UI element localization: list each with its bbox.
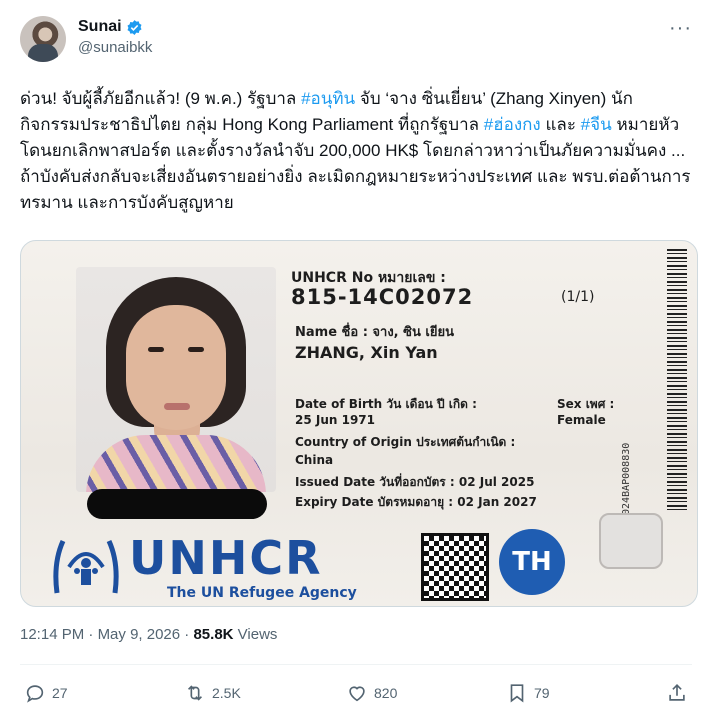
meta-separator: · xyxy=(180,626,194,643)
card-issued-date: Issued Date วันที่ออกบัตร : 02 Jul 2025 xyxy=(295,475,535,489)
author-handle[interactable]: @sunaibkk xyxy=(78,39,152,56)
reply-icon xyxy=(26,685,44,703)
card-country-label: Country of Origin ประเทศต้นกำเนิด : xyxy=(295,435,516,449)
tweet-text-segment: และ xyxy=(540,115,581,134)
hashtag-link[interactable]: #จีน xyxy=(581,115,612,134)
repost-count: 2.5K xyxy=(212,685,241,701)
card-serial: 2024BAP008830 xyxy=(621,442,632,521)
verified-badge-icon xyxy=(127,19,142,35)
action-bar: 27 2.5K 820 79 xyxy=(20,682,692,708)
author-block: Sunai @sunaibkk xyxy=(78,18,152,56)
heart-icon xyxy=(349,686,365,702)
card-dob: 25 Jun 1971 xyxy=(295,413,376,427)
country-badge: TH xyxy=(499,529,565,595)
hologram-seal xyxy=(599,513,663,569)
bookmark-icon xyxy=(510,684,524,703)
card-sex: Female xyxy=(557,413,606,427)
divider xyxy=(20,664,692,665)
photo-face xyxy=(126,305,226,430)
card-barcode xyxy=(667,249,687,511)
author-avatar[interactable] xyxy=(20,16,66,62)
meta-separator: · xyxy=(84,626,98,643)
reply-count: 27 xyxy=(52,685,68,701)
tweet-meta: 12:14 PM · May 9, 2026 · 85.8K Views xyxy=(20,626,277,643)
bookmark-button[interactable]: 79 xyxy=(506,682,550,704)
tweet-text: ด่วน! จับผู้ลี้ภัยอีกแล้ว! (9 พ.ค.) รัฐบ… xyxy=(20,86,692,216)
card-dob-label: Date of Birth วัน เดือน ปี เกิด : xyxy=(295,397,477,411)
more-options-icon[interactable]: ··· xyxy=(669,18,692,38)
qr-code xyxy=(421,533,489,601)
card-sex-label: Sex เพศ : xyxy=(557,397,615,411)
like-count: 820 xyxy=(374,685,398,701)
author-display-name[interactable]: Sunai xyxy=(78,18,122,36)
photo-clothing xyxy=(86,435,266,492)
author-name-row: Sunai xyxy=(78,18,152,36)
card-page-number: (1/1) xyxy=(561,289,595,305)
like-button[interactable]: 820 xyxy=(346,682,397,704)
photo-lips xyxy=(164,403,190,410)
views-count: 85.8K xyxy=(193,626,234,643)
reply-button[interactable]: 27 xyxy=(24,682,68,704)
share-icon xyxy=(669,684,685,701)
photo-eye-left xyxy=(148,347,164,352)
bookmark-count: 79 xyxy=(534,685,550,701)
views-label: Views xyxy=(233,626,278,643)
avatar-shirt xyxy=(28,44,58,62)
card-expiry-date: Expiry Date บัตรหมดอายุ : 02 Jan 2027 xyxy=(295,495,537,509)
repost-button[interactable]: 2.5K xyxy=(184,682,241,704)
id-card-photo xyxy=(76,267,276,492)
tweet-media-image[interactable]: UNHCR No หมายเลข : 815-14C02072 (1/1) Na… xyxy=(20,240,698,607)
photo-eye-right xyxy=(188,347,204,352)
hashtag-link[interactable]: #อนุทิน xyxy=(301,89,355,108)
card-holder-name: ZHANG, Xin Yan xyxy=(295,343,438,362)
repost-icon xyxy=(187,685,203,701)
card-name-label: Name ชื่อ : จาง, ซิน เยียน xyxy=(295,325,454,340)
hashtag-link[interactable]: #ฮ่องกง xyxy=(484,115,541,134)
unhcr-logo-icon xyxy=(53,539,119,594)
unhcr-tagline: The UN Refugee Agency xyxy=(167,585,357,601)
redaction-bar xyxy=(87,489,267,519)
tweet-date[interactable]: May 9, 2026 xyxy=(98,626,181,643)
share-button[interactable] xyxy=(666,682,688,704)
card-unhcr-no: 815-14C02072 xyxy=(291,285,474,309)
card-country: China xyxy=(295,453,334,467)
tweet-text-segment: ด่วน! จับผู้ลี้ภัยอีกแล้ว! (9 พ.ค.) รัฐบ… xyxy=(20,89,302,108)
tweet-time[interactable]: 12:14 PM xyxy=(20,626,84,643)
unhcr-wordmark: UNHCR xyxy=(129,531,323,585)
